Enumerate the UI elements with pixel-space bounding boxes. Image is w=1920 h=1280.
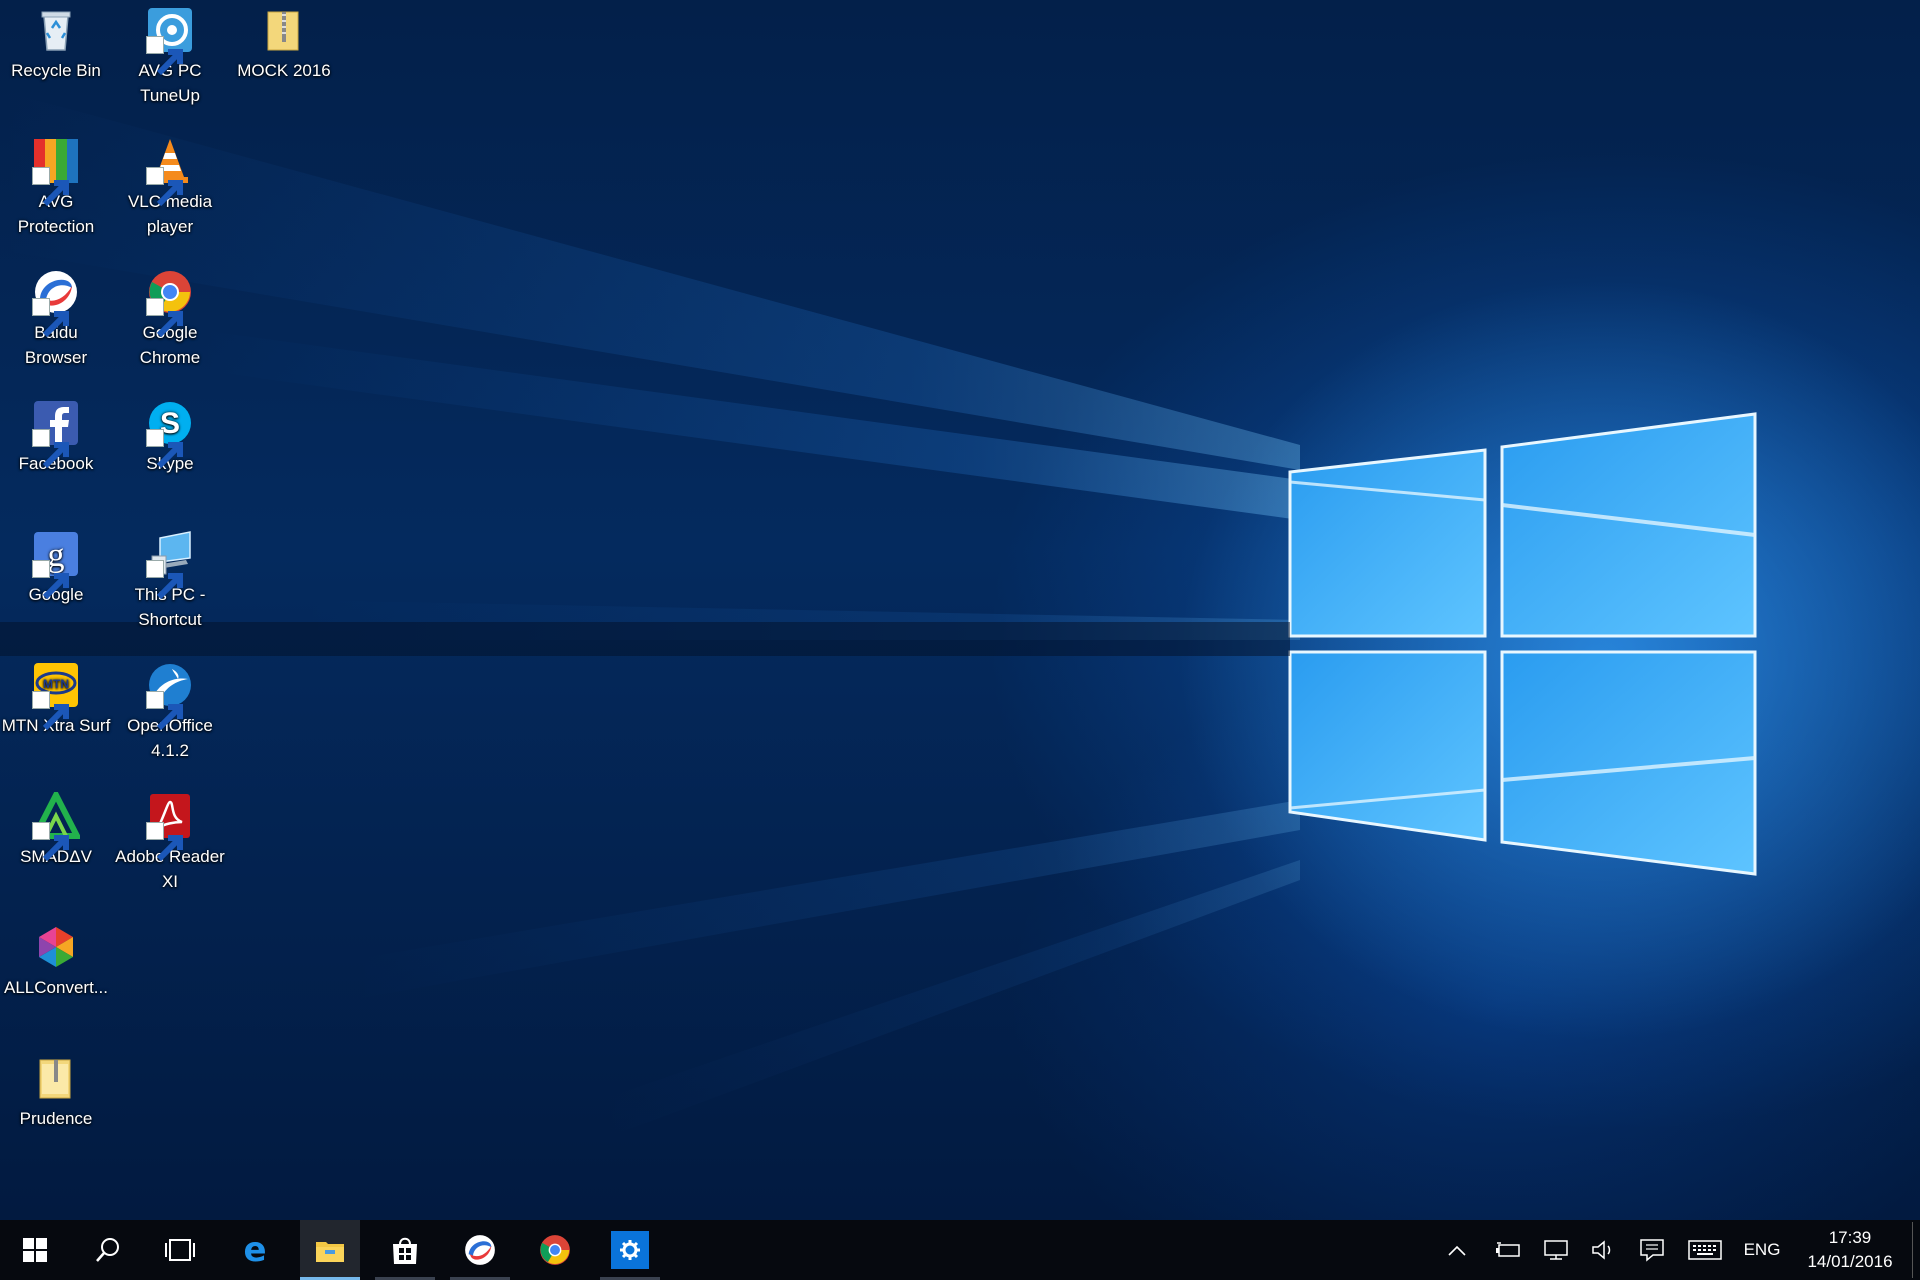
taskbar-settings[interactable]	[600, 1220, 660, 1280]
facebook-icon	[32, 399, 80, 469]
svg-text:e: e	[243, 1234, 266, 1266]
clock-date: 14/01/2016	[1807, 1252, 1893, 1271]
show-hidden-icons-button[interactable]	[1442, 1220, 1472, 1280]
taskbar-file-explorer[interactable]	[300, 1220, 360, 1280]
allconvert-icon	[32, 923, 80, 971]
taskbar-edge[interactable]: e	[225, 1220, 285, 1280]
tray-volume[interactable]	[1586, 1220, 1622, 1280]
language-indicator: ENG	[1743, 1240, 1781, 1259]
windows-start-icon	[23, 1238, 47, 1262]
edge-icon: e	[243, 1234, 266, 1266]
zip-folder-icon	[260, 6, 308, 54]
icon-label: Prudence	[19, 1109, 93, 1128]
taskbar-store[interactable]	[375, 1220, 435, 1280]
task-view-icon	[165, 1239, 195, 1261]
shortcut-arrow-icon	[32, 167, 69, 207]
vlc-cone-icon	[146, 137, 194, 207]
folder-icon	[32, 1054, 80, 1102]
keyboard-icon	[1688, 1240, 1722, 1260]
desktop-wallpaper	[0, 0, 1920, 1220]
notification-icon	[1640, 1239, 1664, 1262]
search-icon	[96, 1238, 119, 1262]
desktop-icon-google[interactable]: g Google	[1, 530, 111, 607]
tray-action-center[interactable]	[1634, 1220, 1670, 1280]
network-icon	[1544, 1240, 1568, 1260]
recycle-bin-icon	[32, 6, 80, 54]
desktop-icon-skype[interactable]: S Skype	[115, 399, 225, 476]
chrome-icon	[540, 1235, 570, 1265]
desktop-icon-mock-2016[interactable]: MOCK 2016	[229, 6, 339, 83]
store-icon	[393, 1237, 417, 1264]
desktop-icon-prudence[interactable]: Prudence	[1, 1054, 111, 1131]
desktop-icon-avg-pc-tuneup[interactable]: AVG PC TuneUp	[115, 6, 225, 108]
file-explorer-icon	[316, 1242, 344, 1262]
desktop-icon-avg-protection[interactable]: AVG Protection	[1, 137, 111, 239]
desktop-icon-recycle-bin[interactable]: Recycle Bin	[1, 6, 111, 83]
chrome-icon	[146, 268, 194, 338]
openoffice-icon	[146, 661, 194, 731]
shortcut-arrow-icon	[32, 298, 69, 338]
tray-language[interactable]: ENG	[1738, 1220, 1786, 1280]
shortcut-arrow-icon	[146, 429, 183, 469]
shortcut-arrow-icon	[32, 560, 69, 600]
shortcut-arrow-icon	[146, 298, 183, 338]
settings-tile	[611, 1231, 649, 1269]
tray-clock[interactable]: 17:39 14/01/2016	[1790, 1220, 1910, 1280]
desktop-icon-facebook[interactable]: Facebook	[1, 399, 111, 476]
tray-network[interactable]	[1538, 1220, 1574, 1280]
svg-text:MTN: MTN	[43, 677, 69, 691]
desktop-icon-allconvert[interactable]: ALLConvert...	[1, 923, 111, 1000]
settings-icon	[620, 1240, 640, 1260]
taskbar-chrome[interactable]	[525, 1220, 585, 1280]
shortcut-arrow-icon	[146, 36, 183, 76]
icon-label: ALLConvert...	[4, 978, 108, 997]
chevron-up-icon	[1448, 1245, 1466, 1256]
search-button[interactable]	[78, 1220, 138, 1280]
smadav-icon	[32, 792, 80, 862]
mtn-icon: MTN	[32, 661, 80, 731]
shortcut-arrow-icon	[146, 560, 183, 600]
icon-label: MOCK 2016	[237, 61, 331, 80]
shortcut-arrow-icon	[32, 429, 69, 469]
task-view-button[interactable]	[150, 1220, 210, 1280]
computer-monitor-icon	[146, 530, 194, 600]
google-icon: g	[32, 530, 80, 600]
speaker-icon	[1592, 1240, 1611, 1260]
desktop-icon-this-pc[interactable]: This PC - Shortcut	[115, 530, 225, 632]
icon-label: Recycle Bin	[11, 61, 101, 80]
desktop-icon-adobe-reader[interactable]: Adobe Reader XI	[115, 792, 225, 894]
avg-protection-icon	[32, 137, 80, 207]
shortcut-arrow-icon	[146, 691, 183, 731]
desktop-icon-baidu-browser[interactable]: Baidu Browser	[1, 268, 111, 370]
tray-battery[interactable]	[1490, 1220, 1526, 1280]
desktop-icon-mtn-xtra-surf[interactable]: MTN MTN Xtra Surf	[1, 661, 111, 738]
adobe-reader-icon	[146, 792, 194, 862]
desktop-icon-google-chrome[interactable]: Google Chrome	[115, 268, 225, 370]
baidu-browser-icon	[32, 268, 80, 338]
shortcut-arrow-icon	[32, 822, 69, 862]
shortcut-arrow-icon	[146, 167, 183, 207]
tray-touch-keyboard[interactable]	[1682, 1220, 1728, 1280]
taskbar: e ENG 17:39 14/01/2016	[0, 1220, 1920, 1280]
start-button[interactable]	[5, 1220, 65, 1280]
shortcut-arrow-icon	[146, 822, 183, 862]
baidu-browser-icon	[465, 1235, 495, 1265]
desktop-icon-vlc[interactable]: VLC media player	[115, 137, 225, 239]
taskbar-baidu-browser[interactable]	[450, 1220, 510, 1280]
desktop-icon-openoffice[interactable]: OpenOffice 4.1.2	[115, 661, 225, 763]
shortcut-arrow-icon	[32, 691, 69, 731]
avg-tuneup-icon	[146, 6, 194, 76]
show-desktop-button[interactable]	[1912, 1222, 1913, 1278]
desktop-icon-smadav[interactable]: SMADΔV	[1, 792, 111, 869]
battery-icon	[1496, 1242, 1520, 1257]
skype-icon: S	[146, 399, 194, 469]
clock-time: 17:39	[1828, 1228, 1872, 1247]
